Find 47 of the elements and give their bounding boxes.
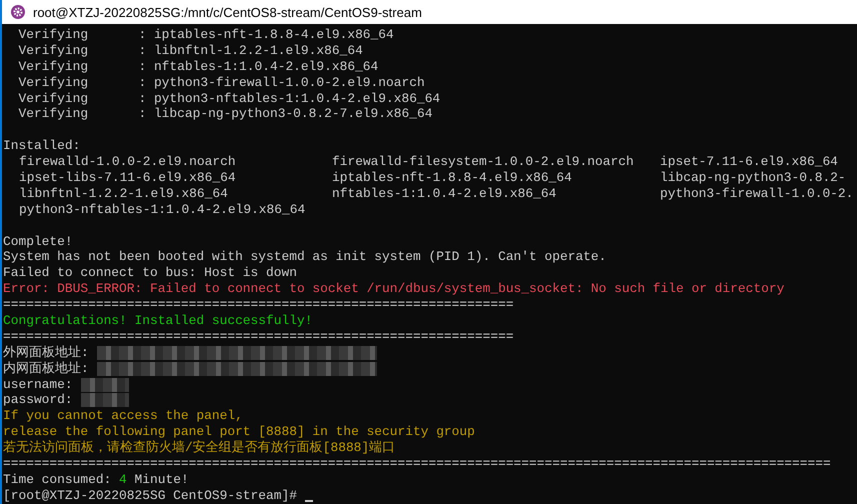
text-cursor <box>304 500 313 502</box>
package-name: ipset-libs-7.11-6.el9.x86_64 <box>19 170 237 186</box>
terminal-line: 若无法访问面板，请检查防火墙/安全组是否有放行面板[8888]端口 <box>3 440 396 456</box>
terminal-line: ================================================================== <box>3 328 514 345</box>
terminal-text: Verifying <box>17 42 90 59</box>
package-name: python3-firewall-1.0.0-2. <box>660 186 854 202</box>
terminal-label: username: <box>3 376 73 392</box>
terminal-line: If you cannot access the panel, <box>3 408 243 424</box>
shell-prompt: [root@XTZJ-20220825SG CentOS9-stream]# <box>3 488 298 504</box>
terminal-text: Verifying <box>17 90 90 106</box>
package-name: iptables-nft-1.8.8-4.el9.x86_64 <box>332 170 573 186</box>
terminal-text: Verifying <box>17 106 90 122</box>
package-name: firewalld-filesystem-1.0.0-2.el9.noarch <box>332 154 635 170</box>
terminal-line: Congratulations! Installed successfully! <box>3 313 312 329</box>
terminal-text: 4 <box>119 472 127 488</box>
terminal-line: Error: DBUS_ERROR: Failed to connect to socket /run/dbus/system_bus_socket: No such file or directory <box>3 281 784 298</box>
package-name: firewalld-1.0.0-2.el9.noarch <box>19 154 237 170</box>
blurred-redaction <box>80 393 129 408</box>
package-name: libnftnl-1.2.2-1.el9.x86_64 <box>19 186 229 202</box>
terminal-line: ================================================================== <box>3 297 514 314</box>
terminal-line: release the following panel port [8888] in the security group <box>3 424 475 440</box>
package-name: ipset-7.11-6.el9.x86_64 <box>660 154 839 170</box>
blurred-redaction <box>80 378 129 392</box>
terminal-label: 外网面板地址: <box>3 344 89 361</box>
window-title: root@XTZJ-20220825SG:/mnt/c/CentOS8-stream/CentOS9-stream <box>33 4 422 20</box>
terminal-line: =========================================================================================================== <box>3 456 831 472</box>
terminal-text: Verifying <box>17 74 90 91</box>
package-name: nftables-1:1.0.4-2.el9.x86_64 <box>332 186 558 202</box>
terminal-text: : iptables-nft-1.8.8-4.el9.x86_64 <box>137 27 394 43</box>
terminal-text: : libcap-ng-python3-0.8.2-7.el9.x86_64 <box>137 106 432 122</box>
terminal-line: Installed: <box>3 138 80 154</box>
package-name: python3-nftables-1:1.0.4-2.el9.x86_64 <box>19 202 306 218</box>
terminal-text: Verifying <box>17 27 90 43</box>
terminal-line: Failed to connect to bus: Host is down <box>3 265 297 282</box>
terminal-text: Verifying <box>17 58 90 75</box>
terminal-line: System has not been booted with systemd as init system (PID 1). Can't operate. <box>3 249 606 266</box>
terminal-text: : python3-nftables-1:1.0.4-2.el9.x86_64 <box>137 90 440 106</box>
terminal-text: : libnftnl-1.2.2-1.el9.x86_64 <box>137 42 363 59</box>
terminal-line: Complete! <box>3 234 73 250</box>
terminal-text: Minute! <box>134 472 189 488</box>
terminal-text: Time consumed: <box>3 472 112 488</box>
app-icon <box>11 5 25 19</box>
terminal-text: : python3-firewall-1.0.0-2.el9.noarch <box>137 74 425 91</box>
terminal-text: : nftables-1:1.0.4-2.el9.x86_64 <box>137 58 378 75</box>
terminal-label: password: <box>3 392 73 408</box>
package-name: libcap-ng-python3-0.8.2- <box>660 170 847 186</box>
terminal-label: 内网面板地址: <box>3 360 89 377</box>
